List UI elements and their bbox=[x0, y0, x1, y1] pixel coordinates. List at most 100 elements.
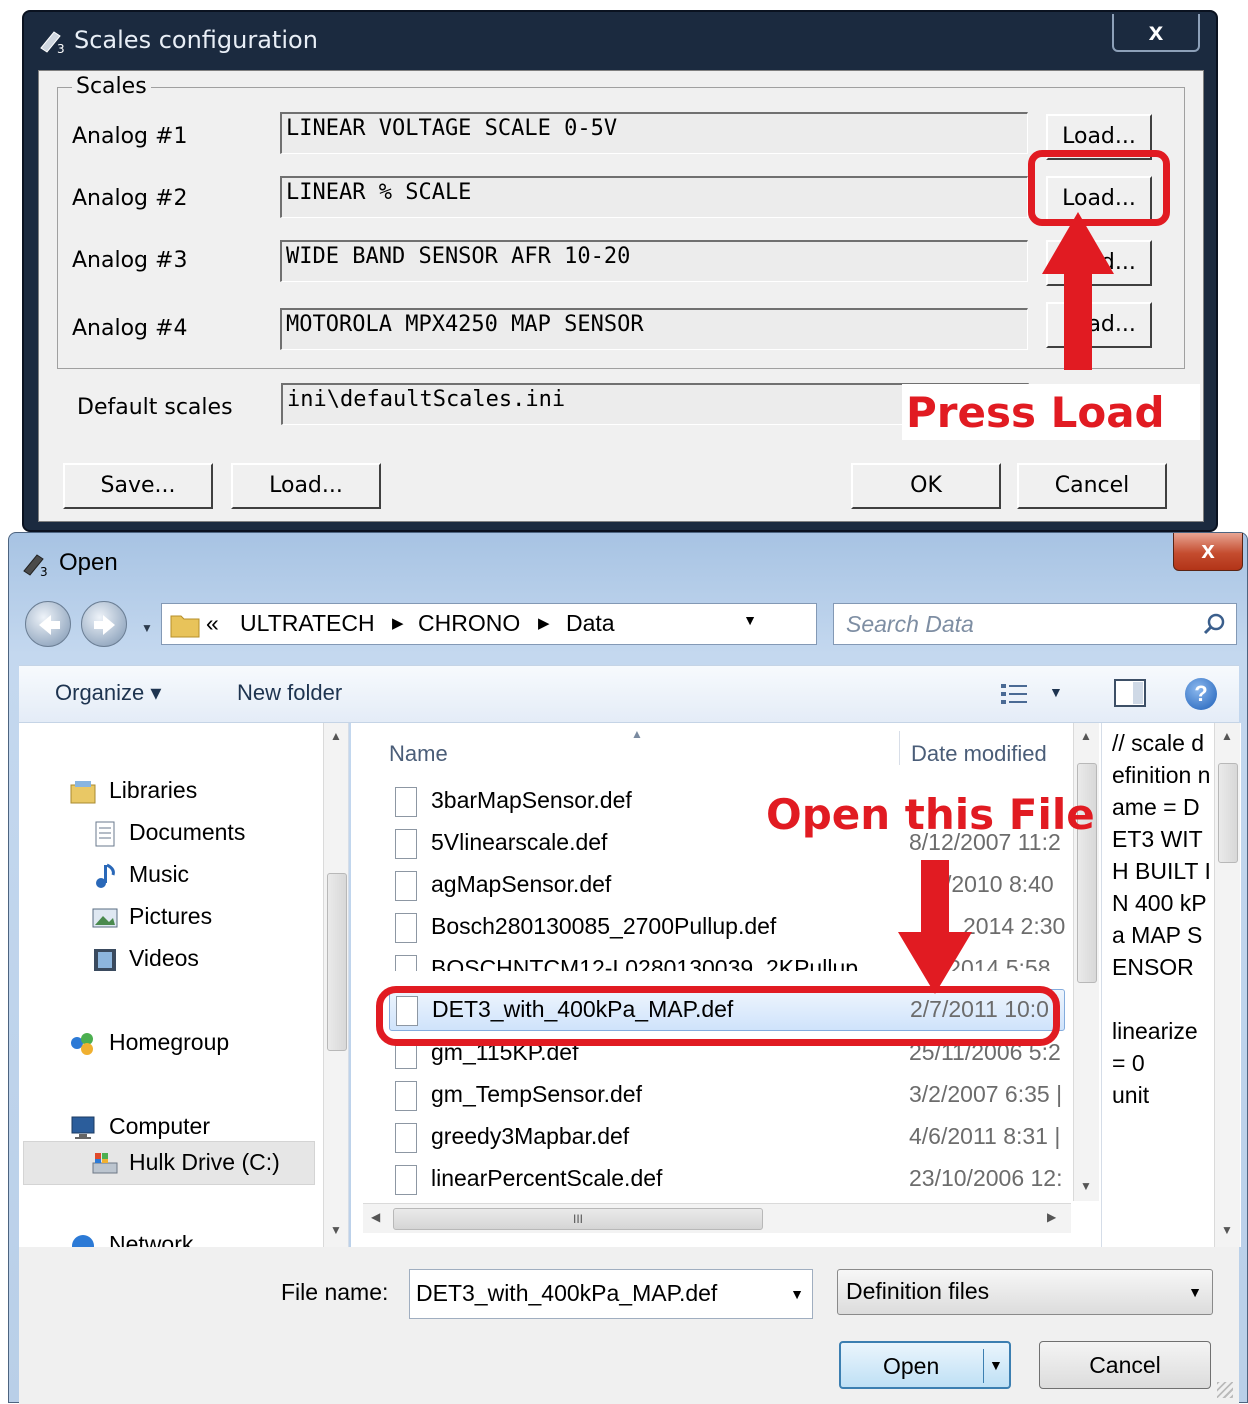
ok-button[interactable]: OK bbox=[851, 463, 1001, 509]
file-name: 3barMapSensor.def bbox=[431, 787, 632, 813]
breadcrumb-chrono[interactable]: CHRONO bbox=[418, 610, 520, 637]
svg-text:3: 3 bbox=[57, 42, 65, 54]
file-icon bbox=[395, 1165, 417, 1195]
nav-network[interactable]: Network bbox=[109, 1231, 193, 1247]
horizontal-scroll-thumb[interactable]: III bbox=[393, 1208, 763, 1230]
file-type-filter[interactable]: Definition files ▼ bbox=[837, 1269, 1213, 1315]
scroll-up-icon[interactable]: ▲ bbox=[1221, 729, 1233, 743]
back-button[interactable] bbox=[25, 601, 71, 647]
column-name-header[interactable]: Name bbox=[389, 741, 448, 767]
scroll-down-icon[interactable]: ▼ bbox=[1221, 1223, 1233, 1237]
help-icon[interactable]: ? bbox=[1185, 678, 1217, 710]
nav-pictures[interactable]: Pictures bbox=[129, 903, 212, 930]
file-name: greedy3Mapbar.def bbox=[431, 1123, 630, 1149]
dialog-client-area: Scales Analog #1 LINEAR VOLTAGE SCALE 0-… bbox=[38, 70, 1204, 522]
nav-libraries[interactable]: Libraries bbox=[109, 777, 197, 804]
file-name-input[interactable]: DET3_with_400kPa_MAP.def ▼ bbox=[409, 1269, 813, 1319]
column-date-header[interactable]: Date modified bbox=[911, 741, 1047, 767]
arrow-up-icon bbox=[1042, 212, 1114, 370]
analog-1-field[interactable]: LINEAR VOLTAGE SCALE 0-5V bbox=[280, 112, 1028, 154]
new-folder-button[interactable]: New folder bbox=[237, 680, 342, 706]
save-button[interactable]: Save... bbox=[63, 463, 213, 509]
file-row[interactable]: greedy3Mapbar.def 4/6/2011 8:31 | bbox=[389, 1117, 1065, 1159]
breadcrumb-overflow[interactable]: « bbox=[206, 610, 219, 637]
file-row[interactable]: gm_TempSensor.def 3/2/2007 6:35 | bbox=[389, 1075, 1065, 1117]
nav-computer[interactable]: Computer bbox=[109, 1113, 210, 1140]
scroll-down-icon[interactable]: ▼ bbox=[1080, 1179, 1092, 1193]
network-icon bbox=[72, 1235, 94, 1247]
navigation-pane: Libraries Documents Music Pictures Video… bbox=[19, 723, 349, 1247]
computer-icon bbox=[71, 1116, 95, 1139]
scroll-up-icon[interactable]: ▲ bbox=[330, 729, 342, 743]
search-icon[interactable] bbox=[1202, 612, 1226, 636]
file-name: BOSCHNTCM12-L0280130039_2KPullup bbox=[431, 955, 859, 971]
analog-4-label: Analog #4 bbox=[72, 316, 188, 341]
nav-hulk-drive[interactable]: Hulk Drive (C:) bbox=[129, 1149, 280, 1176]
pictures-icon bbox=[92, 908, 118, 928]
horizontal-scrollbar[interactable]: ◀ III ▶ bbox=[363, 1203, 1071, 1233]
breadcrumb-separator-icon[interactable]: ▶ bbox=[538, 614, 550, 632]
recent-locations-dropdown-icon[interactable]: ▼ bbox=[141, 621, 153, 635]
cancel-button[interactable]: Cancel bbox=[1017, 463, 1167, 509]
analog-2-field[interactable]: LINEAR % SCALE bbox=[280, 176, 1028, 218]
scroll-right-icon[interactable]: ▶ bbox=[1047, 1210, 1056, 1224]
scroll-left-icon[interactable]: ◀ bbox=[371, 1210, 380, 1224]
file-type-dropdown-icon[interactable]: ▼ bbox=[1188, 1284, 1202, 1300]
load-button[interactable]: Load... bbox=[231, 463, 381, 509]
window-title: Open bbox=[59, 549, 118, 576]
breadcrumb-ultratech[interactable]: ULTRATECH bbox=[240, 610, 375, 637]
file-name: linearPercentScale.def bbox=[431, 1165, 663, 1191]
scroll-up-icon[interactable]: ▲ bbox=[1080, 729, 1092, 743]
search-input[interactable] bbox=[844, 609, 1184, 639]
nav-homegroup[interactable]: Homegroup bbox=[109, 1029, 229, 1056]
breadcrumb-separator-icon[interactable]: ▶ bbox=[392, 614, 404, 632]
file-name: gm_TempSensor.def bbox=[431, 1081, 642, 1107]
app-icon: 3 bbox=[23, 554, 48, 577]
preview-pane-icon[interactable] bbox=[1113, 678, 1147, 708]
videos-icon bbox=[94, 949, 116, 971]
folder-icon bbox=[170, 615, 200, 638]
analog-4-field[interactable]: MOTOROLA MPX4250 MAP SENSOR bbox=[280, 308, 1028, 350]
address-bar[interactable]: « ULTRATECH ▶ CHRONO ▶ Data ▼ ⇆ bbox=[161, 603, 955, 645]
address-dropdown-icon[interactable]: ▼ bbox=[740, 612, 760, 636]
nav-videos[interactable]: Videos bbox=[129, 945, 199, 972]
file-row[interactable]: linearPercentScale.def 23/10/2006 12: bbox=[389, 1159, 1065, 1201]
nav-scroll-thumb[interactable] bbox=[327, 873, 347, 1051]
open-button[interactable]: Open ▼ bbox=[839, 1341, 1011, 1389]
scroll-down-icon[interactable]: ▼ bbox=[330, 1223, 342, 1237]
organize-menu[interactable]: Organize ▾ bbox=[55, 680, 161, 706]
open-options-dropdown-icon[interactable]: ▼ bbox=[989, 1357, 1003, 1373]
file-date: 23/10/2006 12: bbox=[909, 1165, 1063, 1191]
nav-documents[interactable]: Documents bbox=[129, 819, 245, 846]
preview-scroll-thumb[interactable] bbox=[1218, 763, 1238, 863]
close-button[interactable]: x bbox=[1112, 14, 1200, 52]
analog-3-field[interactable]: WIDE BAND SENSOR AFR 10-20 bbox=[280, 240, 1028, 282]
view-options-icon[interactable] bbox=[999, 680, 1031, 708]
group-label: Scales bbox=[72, 74, 151, 99]
file-name: agMapSensor.def bbox=[431, 871, 612, 897]
forward-button[interactable] bbox=[81, 601, 127, 647]
file-preview-text: // scale definition name = DET3 WITH BUI… bbox=[1112, 730, 1211, 1108]
file-icon bbox=[395, 829, 417, 859]
nav-music[interactable]: Music bbox=[129, 861, 189, 888]
window-title: Scales configuration bbox=[74, 26, 318, 54]
forward-arrow-icon bbox=[94, 615, 115, 635]
file-type-value: Definition files bbox=[846, 1278, 990, 1304]
resize-grip[interactable] bbox=[1217, 1382, 1233, 1398]
analog-2-label: Analog #2 bbox=[72, 186, 188, 211]
file-date: 3/2/2007 6:35 | bbox=[909, 1081, 1063, 1107]
open-button-label: Open bbox=[883, 1353, 940, 1379]
column-divider bbox=[899, 731, 900, 765]
close-button[interactable]: x bbox=[1173, 533, 1243, 571]
file-icon bbox=[395, 871, 417, 901]
file-name-dropdown-icon[interactable]: ▼ bbox=[790, 1286, 804, 1302]
view-dropdown-icon[interactable]: ▼ bbox=[1049, 684, 1063, 700]
cancel-button[interactable]: Cancel bbox=[1039, 1341, 1211, 1389]
file-name-label: File name: bbox=[281, 1279, 389, 1305]
search-box[interactable] bbox=[833, 603, 1237, 645]
preview-scrollbar[interactable]: ▲ ▼ bbox=[1214, 723, 1240, 1247]
nav-scrollbar[interactable]: ▲ ▼ bbox=[323, 723, 348, 1247]
scales-group: Scales Analog #1 LINEAR VOLTAGE SCALE 0-… bbox=[57, 74, 1185, 369]
breadcrumb-data[interactable]: Data bbox=[566, 610, 615, 637]
file-icon bbox=[395, 913, 417, 943]
